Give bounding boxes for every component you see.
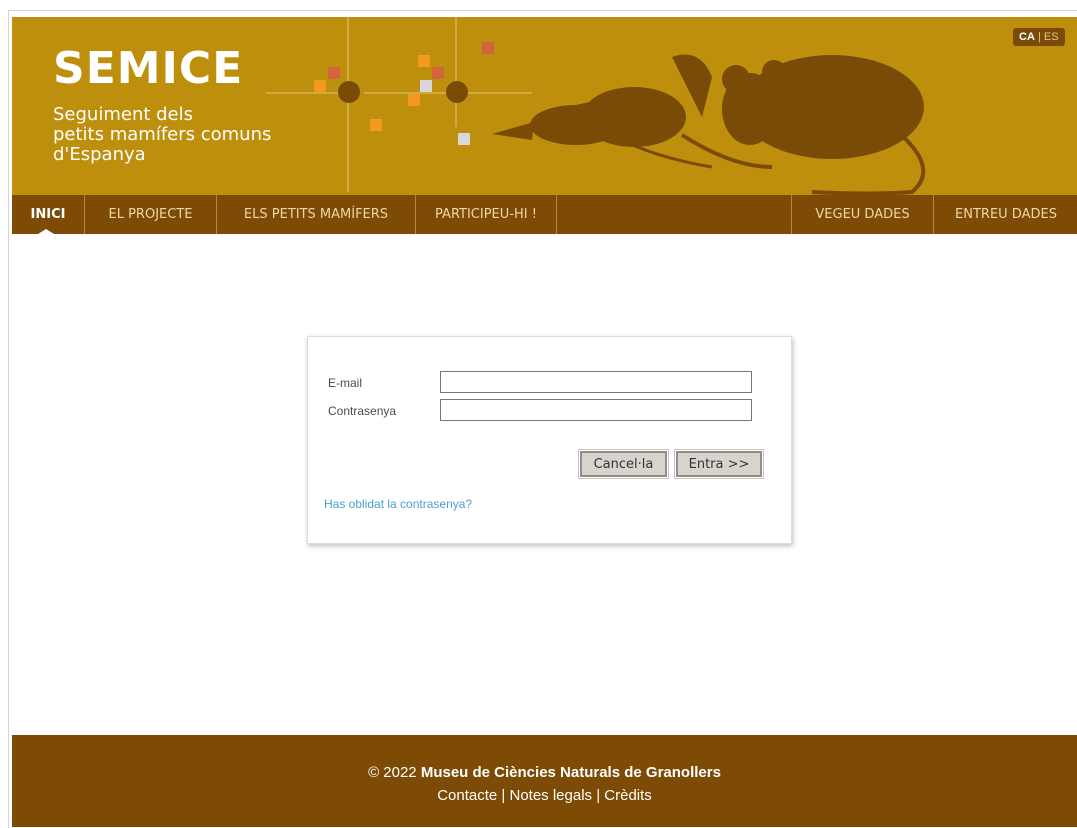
language-switcher: CA | ES <box>1013 28 1065 46</box>
site-footer: © 2022 Museu de Ciències Naturals de Gra… <box>12 735 1077 827</box>
subtitle-line: d'Espanya <box>53 144 146 165</box>
nav-item-el-projecte[interactable]: EL PROJECTE <box>85 195 217 234</box>
nav-item-vegeu-dades[interactable]: VEGEU DADES <box>791 195 933 234</box>
nav-item-entreu-dades[interactable]: ENTREU DADES <box>933 195 1077 234</box>
footer-links: Contacte | Notes legals | Crèdits <box>12 787 1077 804</box>
decor-dot <box>338 81 360 103</box>
copyright-text: © 2022 <box>368 764 421 781</box>
organization-name: Museu de Ciències Naturals de Granollers <box>420 764 721 781</box>
main-navigation: INICI EL PROJECTE ELS PETITS MAMÍFERS PA… <box>12 195 1077 234</box>
subtitle-line: petits mamífers comuns <box>53 124 272 145</box>
email-field[interactable] <box>440 371 752 393</box>
email-label: E-mail <box>328 376 363 390</box>
rodent-silhouette-illustration <box>492 54 926 195</box>
decor-dot <box>446 81 468 103</box>
forgot-password-link[interactable]: Has oblidat la contrasenya? <box>324 497 472 511</box>
login-panel: E-mail Contrasenya Cancel·la Entra >> Ha… <box>307 336 792 544</box>
nav-active-marker <box>38 229 54 234</box>
password-field[interactable] <box>440 399 752 421</box>
site-subtitle: Seguiment dels petits mamífers comuns d'… <box>53 105 271 165</box>
site-banner: SEMICE Seguiment dels petits mamífers co… <box>12 17 1077 195</box>
footer-link-notes-legals[interactable]: Notes legals <box>509 787 592 804</box>
lang-ca[interactable]: CA <box>1019 31 1035 43</box>
lang-es[interactable]: ES <box>1044 31 1059 43</box>
footer-copyright: © 2022 Museu de Ciències Naturals de Gra… <box>12 764 1077 781</box>
nav-item-participeu-hi[interactable]: PARTICIPEU-HI ! <box>416 195 557 234</box>
submit-button[interactable]: Entra >> <box>674 449 764 479</box>
footer-link-contacte[interactable]: Contacte <box>437 787 497 804</box>
subtitle-line: Seguiment dels <box>53 104 194 125</box>
footer-link-credits[interactable]: Crèdits <box>604 787 652 804</box>
password-label: Contrasenya <box>328 404 397 418</box>
cancel-button[interactable]: Cancel·la <box>578 449 669 479</box>
nav-item-els-petits-mamifers[interactable]: ELS PETITS MAMÍFERS <box>217 195 416 234</box>
site-logo[interactable]: SEMICE <box>53 47 243 91</box>
